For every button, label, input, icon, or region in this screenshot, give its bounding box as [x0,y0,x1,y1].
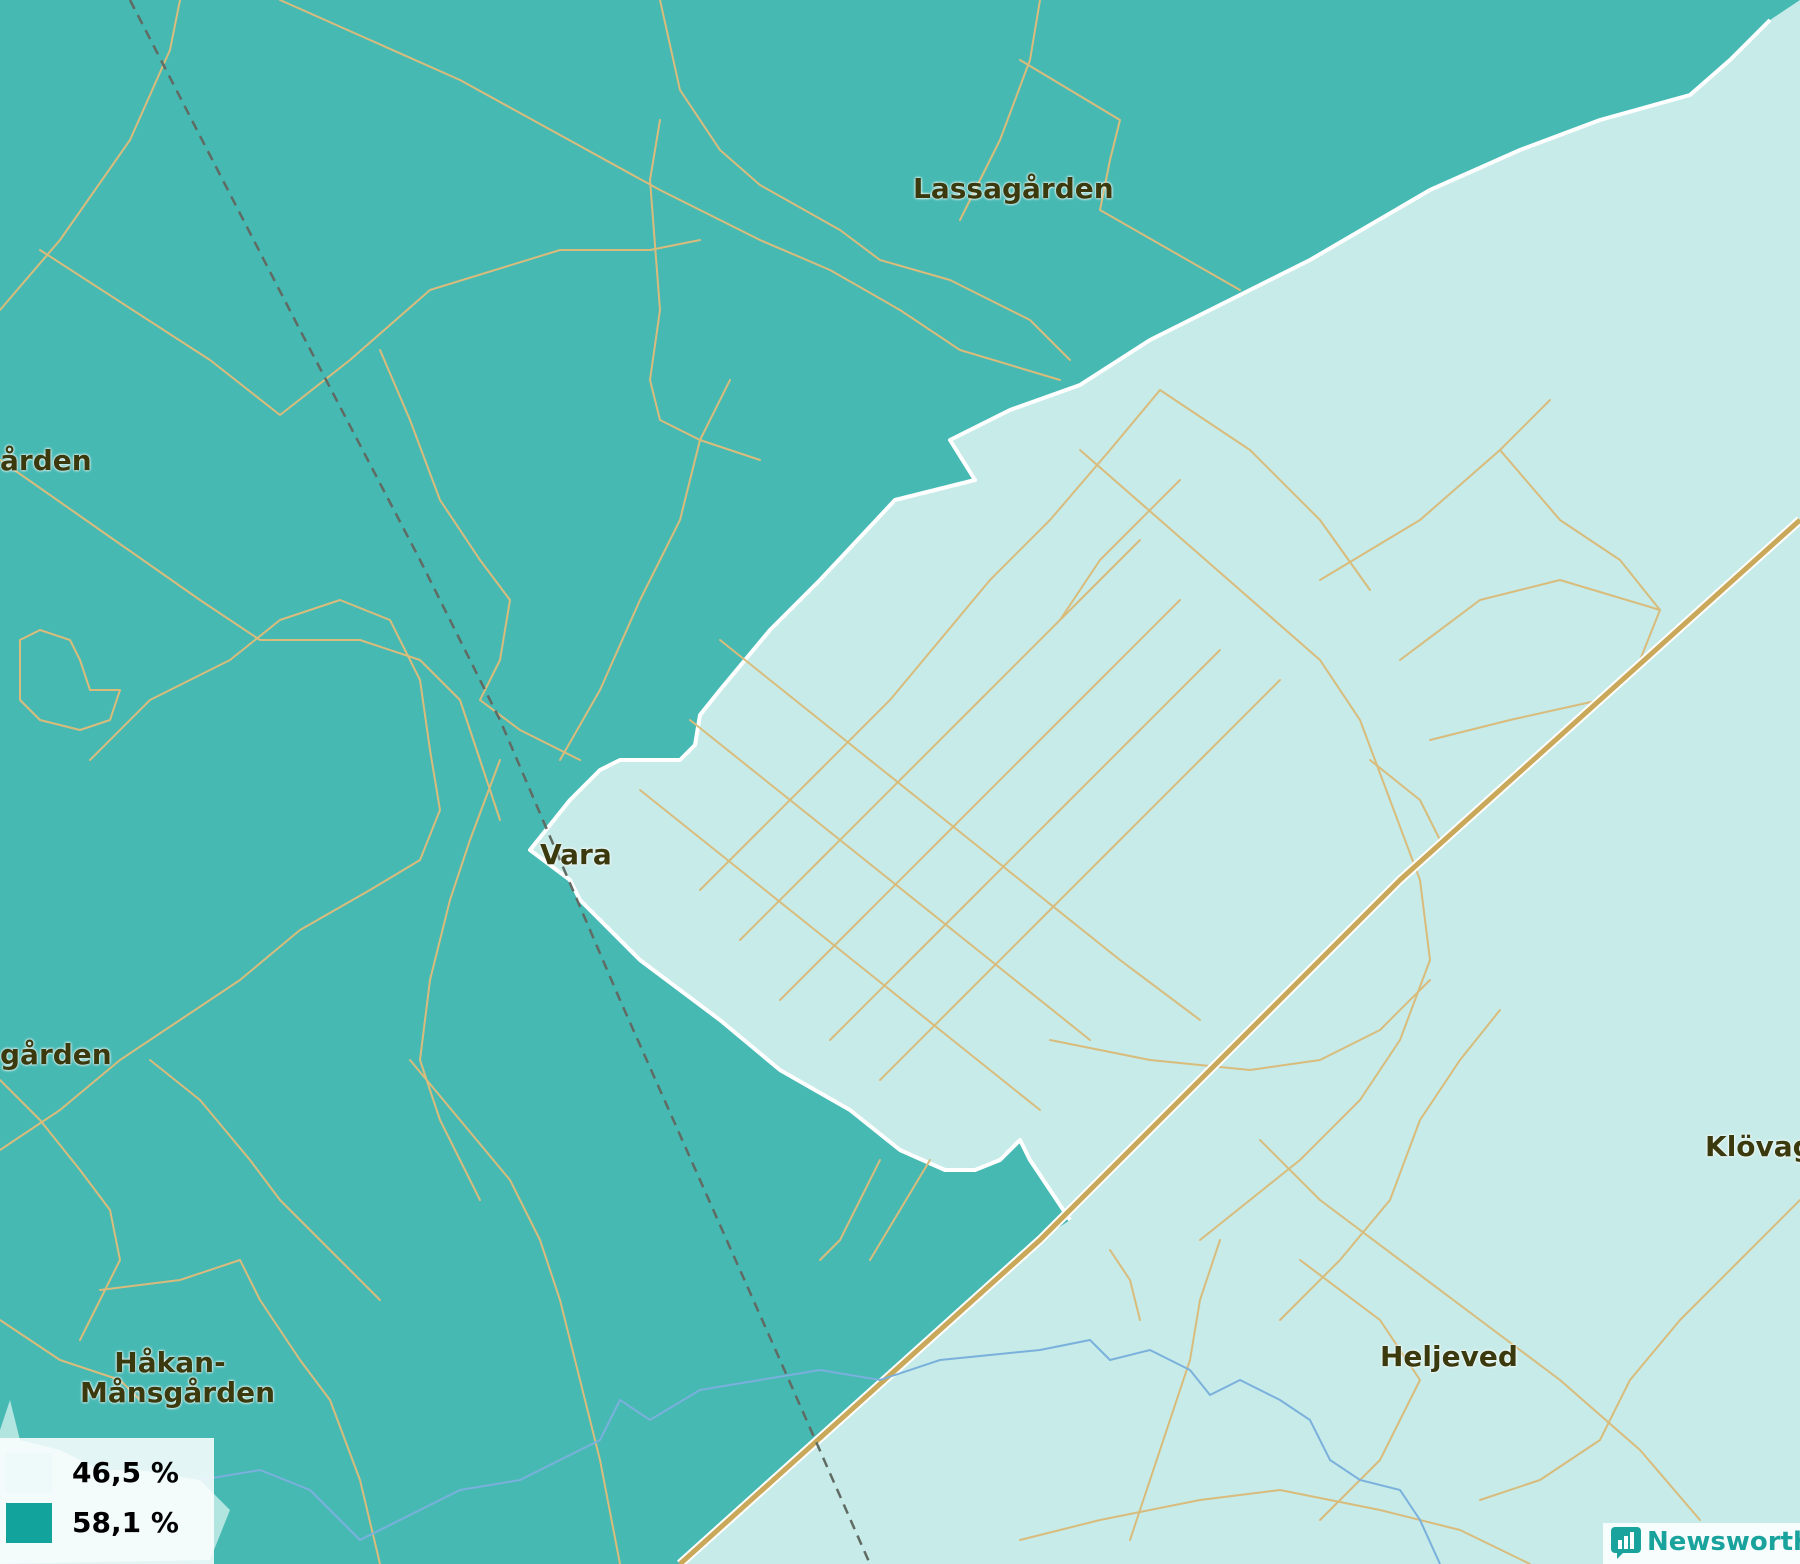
bar-chart-icon [1611,1527,1641,1559]
place-label-heljeved: Heljeved [1380,1340,1518,1373]
legend-swatch-high [6,1503,52,1543]
place-label-lassagarden: Lassagården [913,172,1114,205]
place-label-vara: Vara [540,838,612,871]
legend-item-low: 46,5 % [0,1450,214,1496]
place-label-klovaga: Klövaga [1705,1130,1800,1163]
place-label-hakan-line1: Håkan- [114,1346,226,1379]
legend-swatch-low [6,1453,52,1493]
place-label-hakan-mansgarden: Håkan- Månsgården [80,1346,276,1409]
brand-name: Newsworthy [1647,1527,1800,1557]
legend-label-high: 58,1 % [72,1506,179,1539]
legend-item-high: 58,1 % [0,1500,214,1546]
place-label-arden: ården [0,444,92,477]
legend-label-low: 46,5 % [72,1456,179,1489]
legend: 46,5 % 58,1 % [0,1438,214,1564]
place-label-garden: gården [0,1038,112,1071]
map-canvas[interactable] [0,0,1800,1564]
place-label-hakan-line2: Månsgården [80,1376,276,1409]
brand-badge[interactable]: Newsworthy [1603,1523,1800,1564]
